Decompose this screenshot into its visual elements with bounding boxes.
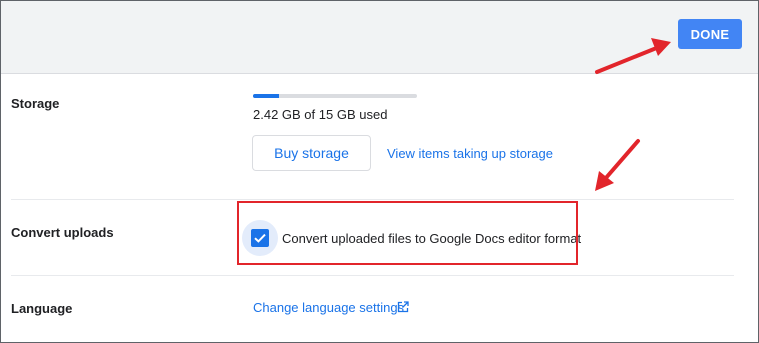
storage-usage-text: 2.42 GB of 15 GB used <box>253 107 388 122</box>
annotation-arrowhead-checkbox <box>595 171 614 191</box>
done-button[interactable]: DONE <box>678 19 742 49</box>
language-label: Language <box>11 301 73 316</box>
convert-uploads-checkbox-label: Convert uploaded files to Google Docs ed… <box>282 231 582 246</box>
settings-header: DONE <box>1 1 758 74</box>
storage-label: Storage <box>11 96 60 111</box>
storage-progress-bar <box>253 94 417 98</box>
storage-progress-fill <box>253 94 280 98</box>
settings-panel: DONE Storage 2.42 GB of 15 GB used Buy s… <box>0 0 759 343</box>
convert-uploads-checkbox[interactable] <box>251 229 269 247</box>
annotation-arrow-checkbox <box>603 139 640 181</box>
open-in-new-icon[interactable] <box>397 301 409 313</box>
divider <box>11 199 734 200</box>
convert-uploads-label: Convert uploads <box>11 225 114 240</box>
buy-storage-button[interactable]: Buy storage <box>252 135 371 171</box>
change-language-link[interactable]: Change language settings <box>253 300 404 315</box>
checkmark-icon <box>254 233 266 243</box>
divider <box>11 275 734 276</box>
view-items-link[interactable]: View items taking up storage <box>387 146 553 161</box>
